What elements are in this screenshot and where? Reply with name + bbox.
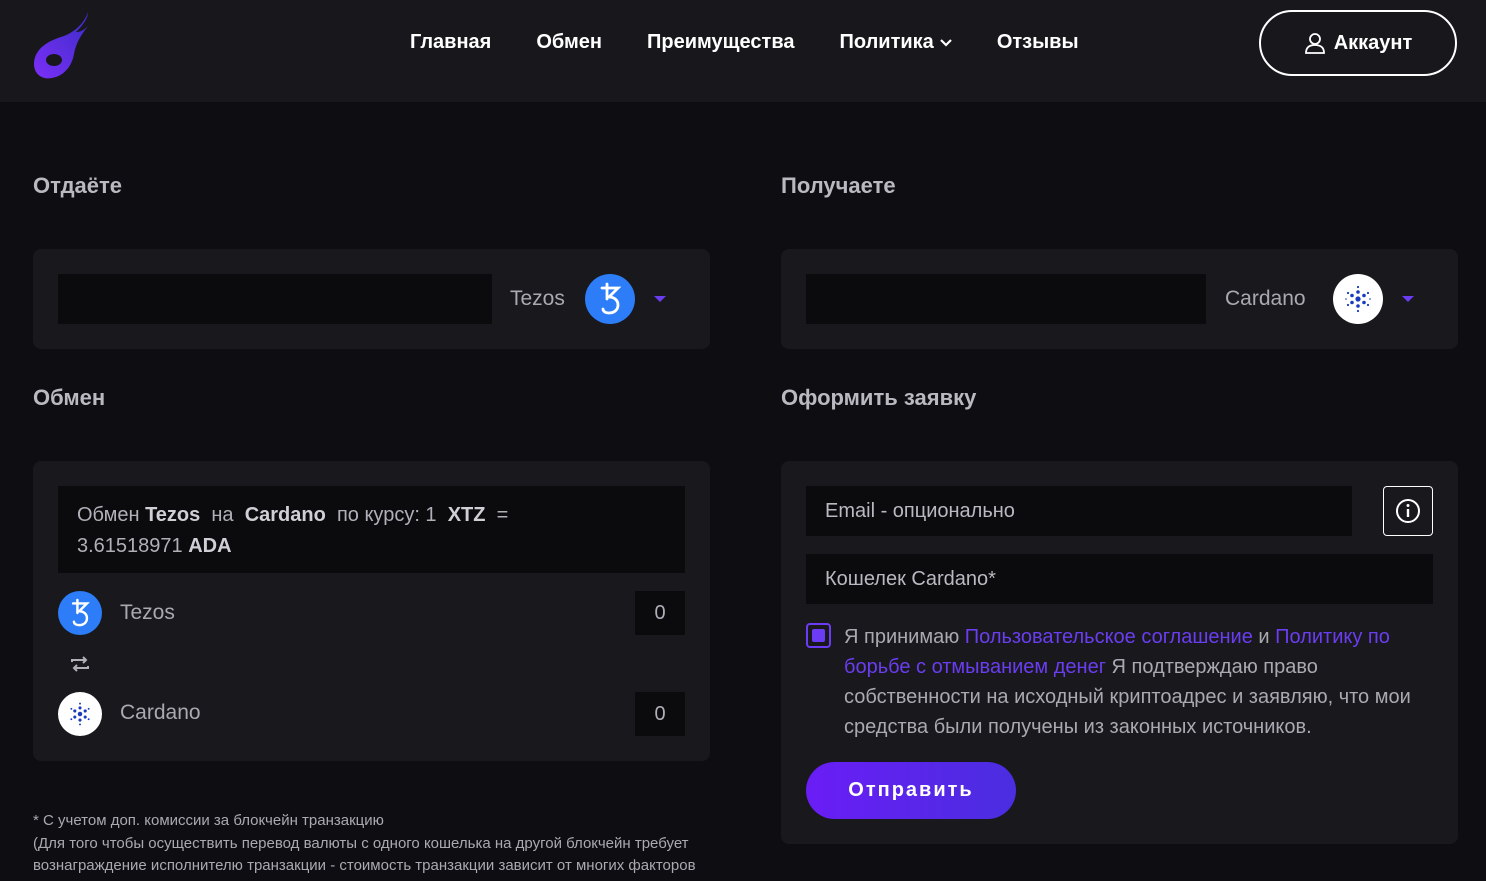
nav-exchange-label: Обмен [536, 31, 602, 53]
nav-home-label: Главная [410, 31, 492, 53]
footnote: * С учетом доп. комиссии за блокчейн тра… [33, 810, 713, 878]
nav-advantages[interactable]: Преимущества [647, 31, 794, 54]
nav-reviews-label: Отзывы [996, 31, 1079, 53]
tezos-coin-icon[interactable] [585, 274, 635, 324]
nav-reviews[interactable]: Отзывы [997, 31, 1079, 54]
rate-by: по курсу: 1 [336, 504, 437, 526]
cardano-coin-icon[interactable] [1333, 274, 1383, 324]
agree-and: и [1258, 626, 1270, 648]
rate-to-ticker: ADA [188, 535, 232, 557]
rate-from: Tezos [145, 504, 201, 526]
rate-value: 3.61518971 [77, 535, 183, 557]
rate-on: на [211, 504, 234, 526]
info-button[interactable] [1383, 486, 1433, 536]
nav-advantages-label: Преимущества [647, 31, 795, 53]
tezos-row-icon [58, 591, 102, 635]
footnote-line-1: * С учетом доп. комиссии за блокчейн тра… [33, 812, 384, 829]
receive-amount-input[interactable] [806, 274, 1206, 324]
agree-checkbox[interactable] [806, 623, 831, 648]
account-label: Аккаунт [1333, 31, 1413, 54]
user-icon [1304, 33, 1325, 54]
agree-prefix: Я принимаю [844, 626, 960, 648]
give-currency-name[interactable]: Tezos [510, 287, 565, 311]
exchange-row-to-amount: 0 [635, 692, 685, 736]
chevron-down-icon [940, 38, 952, 47]
rate-prefix: Обмен [77, 504, 140, 526]
nav-home[interactable]: Главная [410, 31, 491, 54]
swap-icon[interactable] [70, 655, 90, 673]
cardano-row-icon [58, 692, 102, 736]
wallet-input[interactable] [806, 554, 1433, 604]
submit-button[interactable]: Отправить [806, 762, 1016, 819]
logo-icon[interactable] [30, 10, 94, 80]
receive-title: Получаете [781, 173, 896, 198]
rate-eq: = [496, 504, 509, 526]
exchange-rate-box: Обмен Tezos на Cardano по курсу: 1 XTZ =… [58, 486, 685, 573]
exchange-title: Обмен [33, 385, 106, 410]
exchange-row-from-amount: 0 [635, 591, 685, 635]
agree-text: Я принимаю Пользовательское соглашение и… [844, 622, 1424, 742]
give-title: Отдаёте [33, 173, 123, 198]
main-nav: Главная Обмен Преимущества Политика Отзы… [410, 31, 1124, 54]
info-icon [1396, 499, 1420, 523]
rate-from-ticker: XTZ [447, 504, 486, 526]
give-amount-input[interactable] [58, 274, 492, 324]
nav-politics-label: Политика [839, 31, 934, 53]
order-title: Оформить заявку [781, 385, 977, 410]
email-input[interactable] [806, 486, 1352, 536]
nav-exchange[interactable]: Обмен [536, 31, 602, 54]
checkbox-mark [812, 629, 825, 642]
receive-currency-name[interactable]: Cardano [1225, 287, 1306, 311]
nav-politics[interactable]: Политика [839, 31, 952, 54]
footnote-line-2: (Для того чтобы осуществить перевод валю… [33, 834, 696, 875]
header: Главная Обмен Преимущества Политика Отзы… [0, 0, 1486, 102]
exchange-row-to-name: Cardano [120, 701, 201, 724]
user-agreement-link[interactable]: Пользовательское соглашение [965, 626, 1253, 648]
receive-currency-dropdown-icon[interactable] [1402, 296, 1414, 302]
rate-to: Cardano [244, 504, 326, 526]
account-button[interactable]: Аккаунт [1259, 10, 1457, 76]
give-currency-dropdown-icon[interactable] [654, 296, 666, 302]
exchange-row-from-name: Tezos [120, 601, 175, 624]
